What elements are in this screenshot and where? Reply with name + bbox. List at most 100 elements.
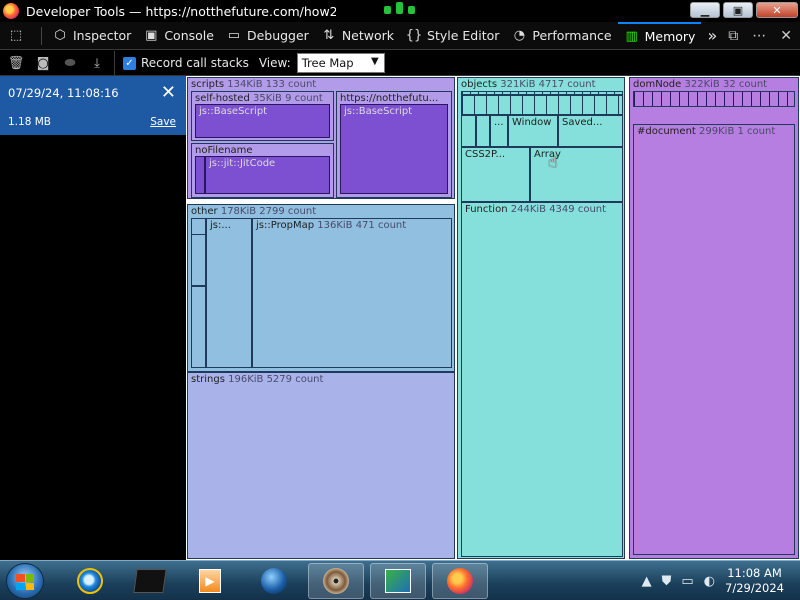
treemap-node-window[interactable]: Window: [508, 115, 558, 147]
tab-network[interactable]: ⇅ Network: [315, 22, 400, 50]
element-picker-button[interactable]: ⬚: [0, 22, 37, 50]
treemap-node-other-small-2[interactable]: [191, 234, 206, 286]
record-call-stacks-checkbox[interactable]: ✓: [123, 56, 136, 70]
import-snapshot-button[interactable]: ⤓: [86, 52, 108, 74]
dock-icon[interactable]: ⧉: [728, 28, 738, 44]
more-options-icon[interactable]: ⋯: [752, 28, 766, 44]
node-name: js:...: [210, 220, 231, 231]
tab-debugger-label: Debugger: [246, 28, 309, 43]
memory-icon: ▥: [625, 29, 638, 44]
taskbar-media-player[interactable]: ▶: [182, 563, 238, 599]
node-name: domNode: [633, 79, 682, 90]
treemap-node-objects-small-row[interactable]: [461, 95, 623, 115]
clear-snapshots-button[interactable]: 🗑: [5, 52, 27, 74]
system-tray: ▲ ⛊ ▭ ◐ 11:08 AM 7/29/2024: [642, 561, 800, 600]
node-name: js::PropMap: [256, 220, 315, 231]
treemap-node-jitcode[interactable]: js::jit::JitCode: [205, 156, 330, 194]
tab-debugger[interactable]: ▭ Debugger: [220, 22, 315, 50]
treemap-node-objects-small-2[interactable]: [476, 115, 490, 147]
node-name: strings: [191, 374, 225, 385]
treemap-node-array[interactable]: Array: [530, 147, 623, 202]
trash-icon: 🗑: [7, 55, 25, 71]
tab-inspector[interactable]: ⬡ Inspector: [46, 22, 137, 50]
close-window-button[interactable]: ✕: [756, 2, 798, 18]
node-meta: 244KiB 4349 count: [510, 204, 607, 215]
treemap-node-objects-ellipsis[interactable]: ...: [490, 115, 508, 147]
treemap-node-domnode-small-row[interactable]: [633, 91, 795, 107]
tab-console-label: Console: [164, 28, 214, 43]
taskbar-globe[interactable]: [246, 563, 302, 599]
treemap-node-other-small-3[interactable]: [191, 286, 206, 368]
volume-icon[interactable]: ◐: [704, 574, 715, 589]
snapshot-list: 07/29/24, 11:08:16 ✕ 1.18 MB Save: [0, 76, 186, 560]
node-name: https://notthefutu...: [340, 93, 439, 104]
treemap-node-self-hosted-basescript[interactable]: js::BaseScript: [195, 104, 330, 138]
node-name: self-hosted: [195, 93, 250, 104]
snapshot-date: 07/29/24, 11:08:16: [8, 86, 119, 100]
treemap-node-function[interactable]: Function 244KiB 4349 count: [461, 202, 623, 557]
save-snapshot-link[interactable]: Save: [150, 116, 176, 128]
taskbar-firefox[interactable]: [432, 563, 488, 599]
node-name: CSS2P...: [465, 149, 506, 160]
treemap-node-document[interactable]: #document 299KiB 1 count: [633, 124, 795, 555]
treemap-node-objects-small-1[interactable]: [461, 115, 476, 147]
taskbar-clock[interactable]: 11:08 AM 7/29/2024: [725, 566, 784, 596]
network-icon: ⇅: [323, 28, 335, 43]
take-snapshot-button[interactable]: ◙: [32, 52, 54, 74]
camera-icon: ◙: [36, 55, 50, 71]
snapshot-size: 1.18 MB: [8, 116, 51, 128]
maximize-button[interactable]: ▣: [723, 2, 753, 18]
firefox-logo-icon: [3, 3, 19, 19]
node-name: js::BaseScript: [199, 106, 268, 117]
treemap-node-https-basescript[interactable]: js::BaseScript: [340, 104, 448, 194]
taskbar-internet-explorer[interactable]: [62, 563, 118, 599]
tab-network-label: Network: [341, 28, 395, 43]
node-name: Saved...: [562, 117, 603, 128]
treemap-node-nofilename-small[interactable]: [195, 156, 205, 194]
network-monitor-icon[interactable]: ▭: [681, 574, 693, 589]
diff-snapshots-button[interactable]: ⬬: [59, 52, 81, 74]
close-devtools-icon[interactable]: ✕: [780, 28, 792, 44]
taskbar-task-app[interactable]: [370, 563, 426, 599]
tab-performance[interactable]: ◔ Performance: [505, 22, 617, 50]
tab-style-editor[interactable]: {} Style Editor: [400, 22, 505, 50]
minimize-button[interactable]: ▁: [690, 2, 720, 18]
view-label: View:: [258, 56, 291, 70]
node-meta: 322KiB 32 count: [684, 79, 768, 90]
devtools-toolbar: ⬚ ⬡ Inspector ▣ Console ▭ Debugger ⇅ Net…: [0, 21, 800, 50]
tab-memory-label: Memory: [644, 29, 696, 44]
toolbar-divider: [41, 26, 42, 45]
record-call-stacks-label: Record call stacks: [141, 56, 249, 70]
windows-logo-icon: [16, 574, 34, 590]
taskbar-terminal[interactable]: [122, 563, 178, 599]
firefox-icon: [447, 568, 473, 594]
dvd-disc-icon: [323, 568, 349, 594]
tree-map: scripts 134KiB 133 count self-hosted 35K…: [186, 76, 800, 560]
taskbar-dvd-player[interactable]: [308, 563, 364, 599]
treemap-node-other-js[interactable]: js:...: [206, 218, 252, 368]
clock-time: 11:08 AM: [727, 566, 782, 580]
start-button[interactable]: [6, 563, 44, 599]
clock-date: 7/29/2024: [725, 581, 784, 595]
tab-console[interactable]: ▣ Console: [137, 22, 220, 50]
node-meta: 196KiB 5279 count: [228, 374, 324, 385]
treemap-node-saved[interactable]: Saved...: [558, 115, 623, 147]
view-select[interactable]: Tree Map ▼: [296, 53, 385, 73]
internet-explorer-icon: [77, 568, 103, 594]
security-shield-icon[interactable]: ⛊: [662, 574, 672, 589]
hand-cursor-icon: ☝: [548, 152, 558, 171]
treemap-node-strings[interactable]: strings 196KiB 5279 count: [187, 372, 455, 559]
overflow-tabs-button[interactable]: »: [701, 22, 723, 50]
treemap-node-propmap[interactable]: js::PropMap 136KiB 471 count: [252, 218, 452, 368]
snapshot-item[interactable]: 07/29/24, 11:08:16 ✕ 1.18 MB Save: [0, 76, 186, 135]
treemap-node-css2p[interactable]: CSS2P...: [461, 147, 530, 202]
subbar-divider: [114, 50, 115, 76]
tab-inspector-label: Inspector: [73, 28, 132, 43]
tab-memory[interactable]: ▥ Memory: [617, 21, 702, 50]
show-hidden-icons-icon[interactable]: ▲: [642, 574, 652, 589]
diff-icon: ⬬: [64, 55, 76, 71]
window-titlebar: Developer Tools — https://notthefuture.c…: [0, 0, 800, 22]
delete-snapshot-icon[interactable]: ✕: [161, 82, 176, 103]
node-meta: 134KiB 133 count: [227, 79, 317, 90]
view-select-value: Tree Map: [301, 56, 354, 70]
